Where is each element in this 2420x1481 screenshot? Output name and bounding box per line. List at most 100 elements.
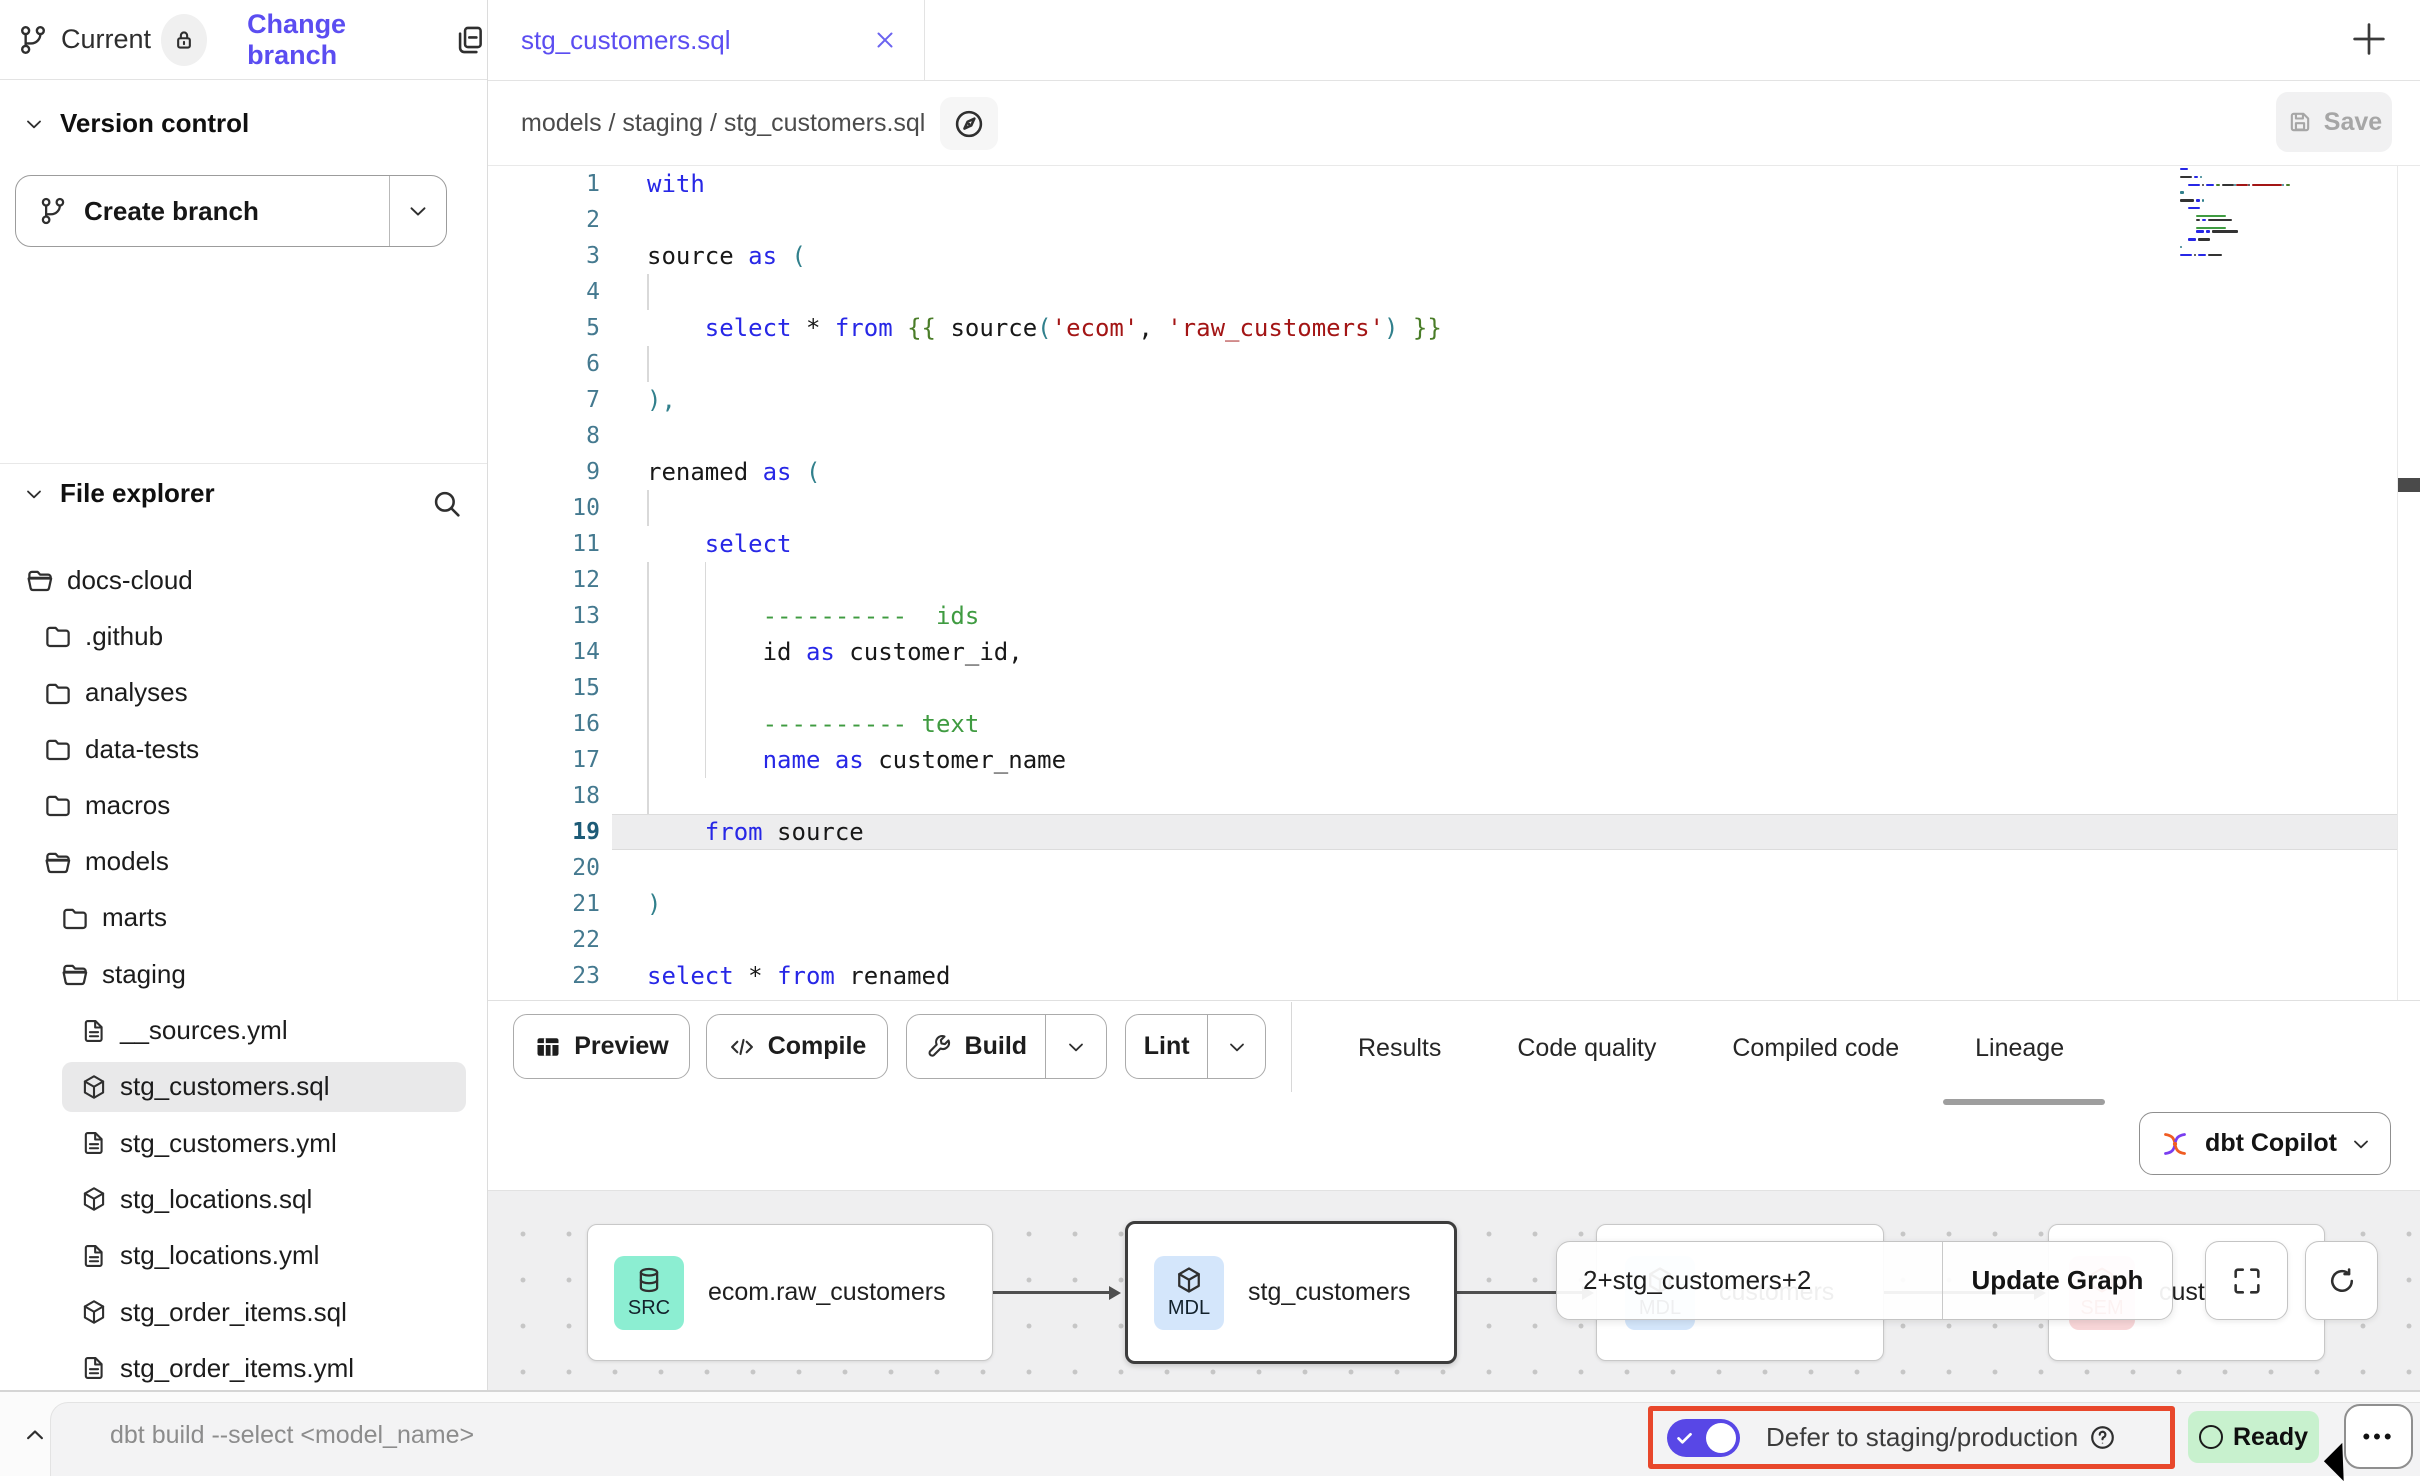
help-icon[interactable]: [2088, 1423, 2117, 1452]
code-line: [647, 670, 1442, 706]
file-tree-item-label: macros: [85, 790, 170, 821]
panel-tab-code-quality[interactable]: Code quality: [1517, 1034, 1656, 1063]
minimap-line: [2216, 184, 2220, 186]
search-icon[interactable]: [430, 487, 464, 521]
minimap-line: [2212, 230, 2238, 232]
chevron-down-icon: [2349, 1132, 2373, 1156]
status-bar: dbt build --select <model_name> Defer to…: [0, 1390, 2420, 1476]
lineage-canvas[interactable]: SRC ecom.raw_customers MDL stg_customers…: [488, 1190, 2420, 1390]
file-tree-item-label: analyses: [85, 677, 188, 708]
fullscreen-button[interactable]: [2205, 1241, 2288, 1320]
dbt-copilot-logo-icon: [2157, 1126, 2193, 1162]
code-line: select * from renamed: [647, 958, 1442, 994]
line-number: 5: [488, 310, 600, 346]
source-badge: SRC: [614, 1256, 684, 1330]
create-branch-dropdown[interactable]: [389, 176, 446, 246]
file-tree-item-stg-customers-yml[interactable]: stg_customers.yml: [0, 1115, 487, 1171]
file-tree-item--sources-yml[interactable]: __sources.yml: [0, 1002, 487, 1058]
file-tree-item-label: marts: [102, 902, 167, 933]
scrollbar-thumb[interactable]: [2398, 478, 2420, 492]
database-icon: [634, 1265, 664, 1295]
minimap-line: [2282, 184, 2284, 186]
save-label: Save: [2324, 108, 2382, 137]
file-tree-item-stg-locations-sql[interactable]: stg_locations.sql: [0, 1171, 487, 1227]
collapse-panel-icon[interactable]: [20, 1420, 50, 1450]
file-tree-item--github[interactable]: .github: [0, 608, 487, 664]
sidebar: Current Change branch Version control Cr…: [0, 0, 488, 1390]
file-tree-item-staging[interactable]: staging: [0, 946, 487, 1002]
create-branch-button[interactable]: Create branch: [15, 175, 447, 247]
file-tree-item-stg-order-items-yml[interactable]: stg_order_items.yml: [0, 1340, 487, 1396]
line-number: 22: [488, 922, 600, 958]
lineage-edge: [993, 1291, 1109, 1294]
file-tree-item-marts[interactable]: marts: [0, 890, 487, 946]
minimap-line: [2194, 176, 2198, 178]
file-tree-item-docs-cloud[interactable]: docs-cloud: [0, 552, 487, 608]
code-line: select: [647, 526, 1442, 562]
folder-icon: [43, 734, 73, 764]
panel-tab-results[interactable]: Results: [1358, 1034, 1441, 1063]
lineage-selector-input[interactable]: 2+stg_customers+2: [1557, 1265, 1942, 1296]
code-line: [647, 562, 1442, 598]
file-tree-item-models[interactable]: models: [0, 833, 487, 889]
minimap-line: [2196, 199, 2200, 201]
file-tree-item-label: data-tests: [85, 734, 199, 765]
divider: [0, 463, 487, 464]
lineage-selector-bar: 2+stg_customers+2 Update Graph: [1556, 1241, 2173, 1320]
badge-label: SRC: [628, 1297, 670, 1320]
update-graph-button[interactable]: Update Graph: [1942, 1242, 2172, 1319]
build-dropdown[interactable]: [1045, 1015, 1106, 1078]
panel-tab-lineage[interactable]: Lineage: [1975, 1034, 2064, 1063]
file-tree-item-macros[interactable]: macros: [0, 777, 487, 833]
file-tree-item-analyses[interactable]: analyses: [0, 665, 487, 721]
status-badge-ready: Ready: [2188, 1411, 2319, 1463]
minimap-line: [2188, 207, 2200, 209]
dbt-copilot-button[interactable]: dbt Copilot: [2139, 1112, 2391, 1175]
refresh-button[interactable]: [2305, 1241, 2378, 1320]
minimap-line: [2196, 215, 2226, 217]
file-tree-item-label: stg_order_items.yml: [120, 1353, 354, 1384]
code-line: [647, 850, 1442, 886]
code-content[interactable]: withsource as ( select * from {{ source(…: [647, 166, 1442, 1001]
lineage-node-source[interactable]: SRC ecom.raw_customers: [587, 1224, 993, 1361]
copy-icon[interactable]: [453, 23, 487, 57]
minimap[interactable]: [2172, 168, 2347, 280]
version-control-header[interactable]: Version control: [22, 108, 249, 139]
build-button[interactable]: Build: [906, 1014, 1107, 1079]
minimap-line: [2222, 184, 2234, 186]
minimap-line: [2196, 219, 2200, 221]
defer-annotation-highlight: Defer to staging/production: [1648, 1406, 2175, 1469]
code-line: [647, 202, 1442, 238]
compile-button[interactable]: Compile: [706, 1014, 888, 1079]
minimap-line: [2188, 184, 2200, 186]
preview-button[interactable]: Preview: [513, 1014, 690, 1079]
file-tree-item-stg-order-items-sql[interactable]: stg_order_items.sql: [0, 1284, 487, 1340]
bottom-panel: Preview Compile Build Lint Results Code q…: [488, 1002, 2420, 1190]
file-tree-item-label: stg_customers.sql: [120, 1071, 330, 1102]
line-number: 1: [488, 166, 600, 202]
divider: [1291, 1002, 1292, 1092]
new-tab-button[interactable]: [2346, 16, 2392, 62]
save-icon: [2286, 108, 2314, 136]
defer-label: Defer to staging/production: [1766, 1422, 2078, 1453]
defer-toggle[interactable]: [1667, 1419, 1740, 1457]
lint-dropdown[interactable]: [1207, 1015, 1265, 1078]
code-line: [647, 994, 1442, 1001]
copilot-compass-icon[interactable]: [940, 97, 998, 150]
change-branch-link[interactable]: Change branch: [247, 9, 421, 71]
file-tree-item-stg-locations-yml[interactable]: stg_locations.yml: [0, 1228, 487, 1284]
line-number: 21: [488, 886, 600, 922]
lineage-node-model-selected[interactable]: MDL stg_customers: [1125, 1221, 1457, 1364]
panel-tab-compiled-code[interactable]: Compiled code: [1732, 1034, 1899, 1063]
file-explorer-header[interactable]: File explorer: [22, 478, 215, 509]
close-icon[interactable]: [872, 27, 898, 53]
minimap-line: [2198, 254, 2206, 256]
file-tree-item-stg-customers-sql[interactable]: stg_customers.sql: [0, 1059, 487, 1115]
code-editor[interactable]: 123456789101112131415161718192021222324 …: [488, 166, 2420, 1001]
branch-locked-badge: [161, 14, 207, 66]
tab-label: stg_customers.sql: [521, 25, 731, 56]
file-tree-item-data-tests[interactable]: data-tests: [0, 721, 487, 777]
save-button[interactable]: Save: [2276, 92, 2392, 152]
tab-stg-customers-sql[interactable]: stg_customers.sql: [488, 0, 925, 80]
lint-button[interactable]: Lint: [1125, 1014, 1266, 1079]
